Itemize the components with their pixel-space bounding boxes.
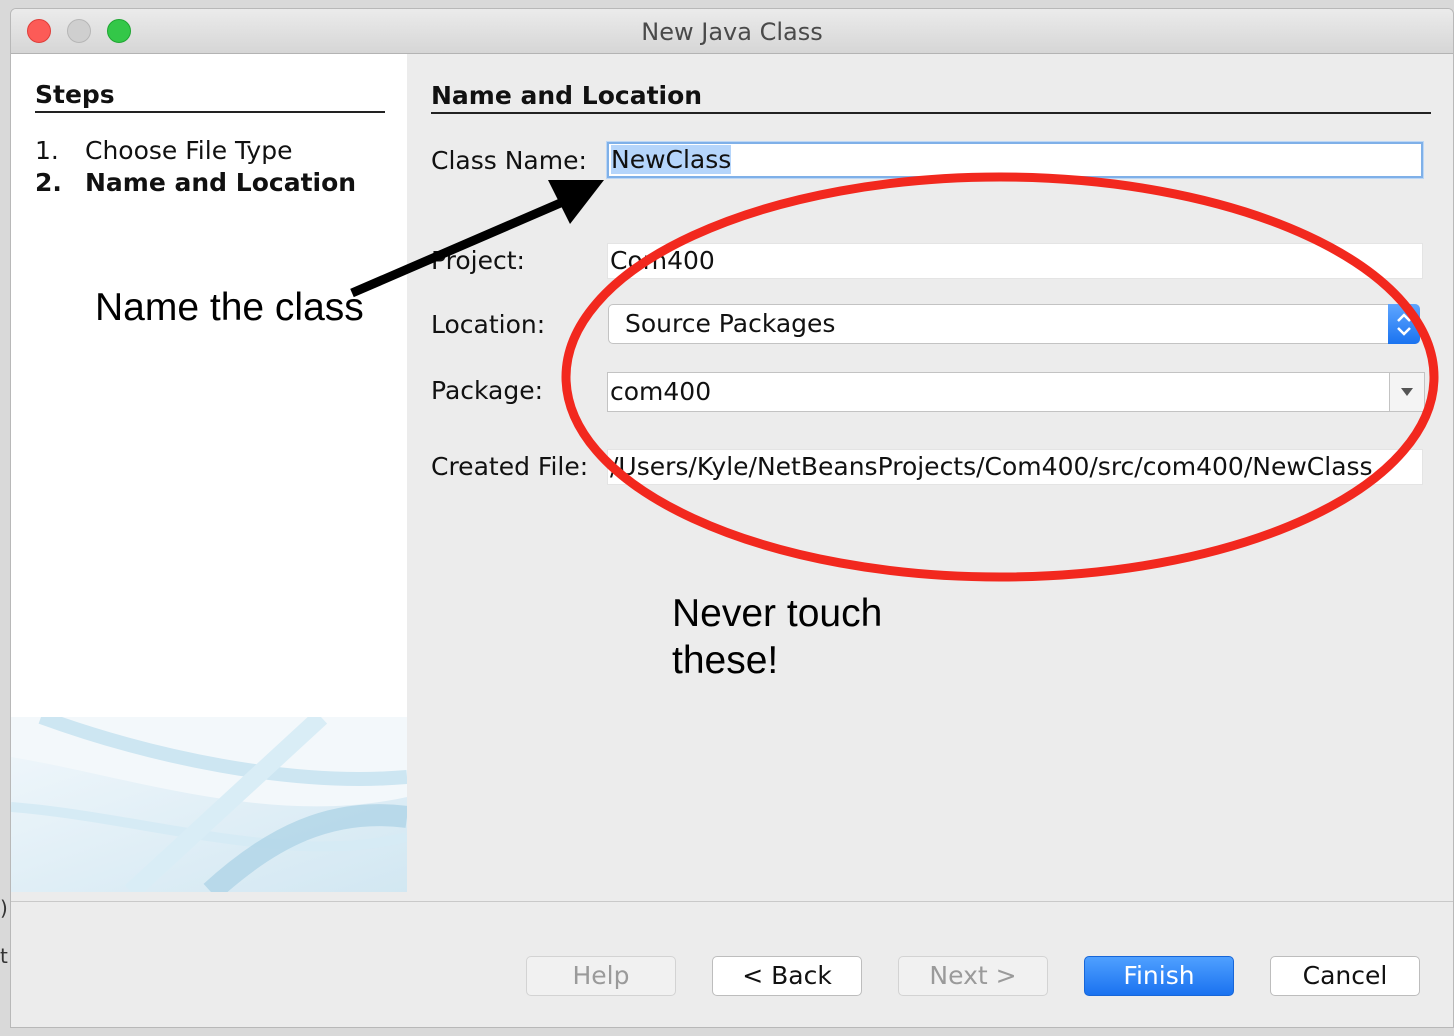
finish-button[interactable]: Finish — [1084, 956, 1234, 996]
location-value: Source Packages — [625, 309, 836, 338]
step-label: Choose File Type — [85, 136, 293, 165]
chevron-up-down-icon — [1397, 313, 1411, 336]
decorative-swoosh-graphic — [11, 717, 407, 892]
class-name-label: Class Name: — [431, 146, 587, 175]
window-title: New Java Class — [641, 18, 823, 46]
cancel-button[interactable]: Cancel — [1270, 956, 1420, 996]
button-bar-separator — [11, 901, 1453, 902]
class-name-input[interactable]: NewClass — [607, 142, 1423, 178]
never-touch-line-2: these! — [672, 639, 779, 682]
package-value: com400 — [610, 377, 712, 406]
step-label: Name and Location — [85, 168, 357, 197]
steps-heading: Steps — [35, 80, 385, 113]
location-dropdown-button[interactable] — [1388, 304, 1420, 344]
created-file-label: Created File: — [431, 452, 589, 481]
name-class-annotation: Name the class — [95, 286, 364, 329]
never-touch-line-1: Never touch — [672, 592, 883, 635]
package-dropdown-button[interactable] — [1389, 373, 1424, 411]
location-label: Location: — [431, 310, 546, 339]
back-button[interactable]: < Back — [712, 956, 862, 996]
next-button[interactable]: Next > — [898, 956, 1048, 996]
package-label: Package: — [431, 376, 544, 405]
background-window-edge: ) — [0, 896, 8, 920]
never-touch-annotation: Never touch these! — [672, 590, 882, 684]
location-select[interactable]: Source Packages — [608, 304, 1420, 344]
project-label: Project: — [431, 246, 525, 275]
project-field: Com400 — [607, 243, 1423, 279]
package-combobox[interactable]: com400 — [607, 372, 1425, 412]
step-number: 1. — [35, 136, 59, 165]
section-title: Name and Location — [431, 81, 1431, 114]
title-bar: New Java Class — [11, 9, 1453, 54]
step-choose-file-type: 1. Choose File Type — [35, 136, 292, 165]
step-number: 2. — [35, 168, 62, 197]
background-window-edge: t — [0, 944, 8, 968]
class-name-value: NewClass — [611, 145, 732, 174]
help-button[interactable]: Help — [526, 956, 676, 996]
triangle-down-icon — [1401, 388, 1413, 396]
step-name-and-location: 2. Name and Location — [35, 168, 356, 197]
steps-panel: Steps 1. Choose File Type 2. Name and Loca… — [11, 54, 407, 892]
created-file-field: /Users/Kyle/NetBeansProjects/Com400/src/… — [607, 449, 1423, 485]
new-java-class-dialog: New Java Class Steps 1. Choose File Type … — [10, 8, 1454, 1028]
